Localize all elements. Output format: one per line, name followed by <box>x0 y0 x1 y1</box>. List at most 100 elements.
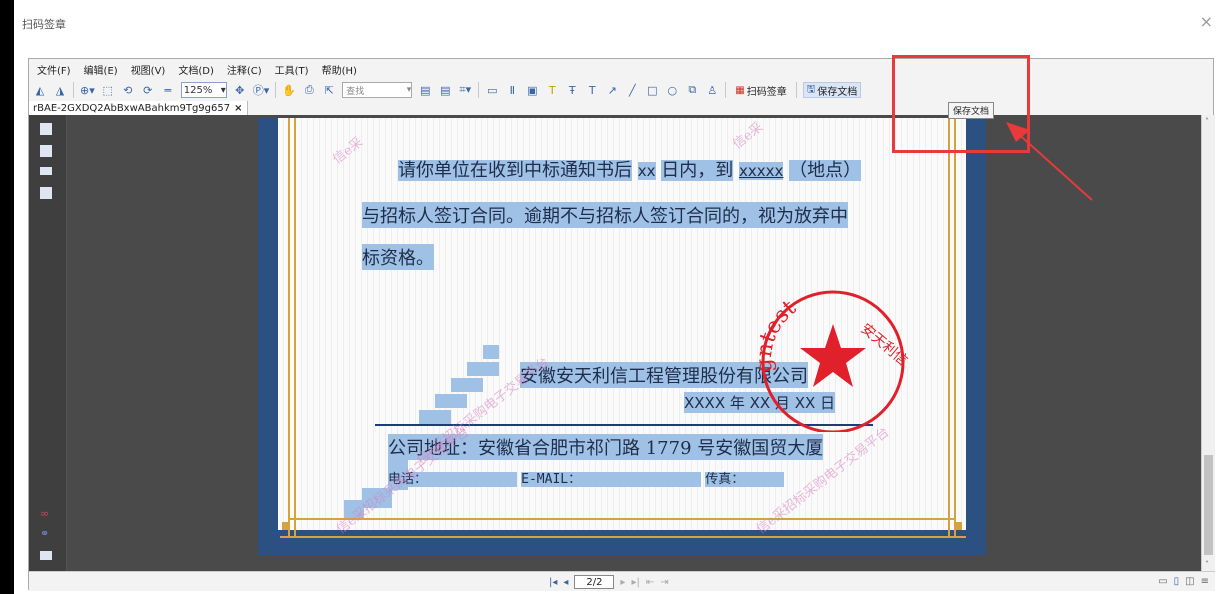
gold-border <box>288 518 956 520</box>
page-tool-icon[interactable]: Ⓟ▾ <box>253 82 270 98</box>
last-page-icon[interactable]: ▸| <box>631 577 639 588</box>
selection-block <box>419 410 451 424</box>
facing-icon[interactable]: ≡ <box>1201 576 1209 587</box>
tab-label: rBAE-2GXDQ2AbBxwABahkm9Tg9g657 <box>33 102 231 114</box>
save-document-button[interactable]: 🖫 保存文档 <box>802 82 862 98</box>
arrow-tool-icon[interactable]: ↗ <box>605 82 619 98</box>
comment-icon[interactable]: ▭ <box>485 82 499 98</box>
contact-line: 电话： E-MAIL： 传真： <box>388 468 785 487</box>
page-number-field[interactable]: 2/2 <box>574 575 615 589</box>
annotation-arrow-icon <box>1006 122 1093 201</box>
scroll-thumb[interactable] <box>1204 455 1213 555</box>
menu-bar: 文件(F) 编辑(E) 视图(V) 文档(D) 注释(C) 工具(T) 帮助(H… <box>29 59 1213 79</box>
separator <box>795 82 797 98</box>
gold-border <box>294 118 296 538</box>
find-prev-icon[interactable]: ▤ <box>418 82 432 98</box>
text-highlight-icon[interactable]: T <box>545 82 559 98</box>
ellipse-tool-icon[interactable]: ○ <box>665 82 679 98</box>
layers-icon[interactable] <box>40 167 52 175</box>
search-input[interactable]: 查找 ▾ <box>342 82 413 98</box>
strikeout-icon[interactable]: Ŧ <box>565 82 579 98</box>
seal-text: gntest <box>752 295 801 373</box>
line-tool-icon[interactable]: ╱ <box>625 82 639 98</box>
vertical-scrollbar[interactable]: ˄ ˅ <box>1201 115 1215 571</box>
text-box-icon[interactable]: Ⅱ <box>505 82 519 98</box>
window-title: 扫码签章 <box>22 18 66 31</box>
callout-icon[interactable]: ▣ <box>525 82 539 98</box>
attachments-icon[interactable] <box>40 187 52 199</box>
corner-ornament <box>954 522 962 530</box>
prev-page-icon[interactable]: ◂ <box>563 577 568 588</box>
find-next-icon[interactable]: ▤ <box>438 82 452 98</box>
selection-block <box>483 345 499 359</box>
next-page-icon[interactable]: ▸ <box>620 577 625 588</box>
separator <box>73 82 74 98</box>
save-icon: 🖫 <box>806 83 816 95</box>
rectangle-tool-icon[interactable]: □ <box>645 82 659 98</box>
status-bar: |◂ ◂ 2/2 ▸ ▸| ⇤ ⇥ ▭ ▯ ◫ ≡ <box>29 571 1215 591</box>
selection-block <box>435 394 467 408</box>
doc-line-1: 请你单位在收到中标通知书后 xx 日内，到 xxxxx （地点） <box>398 160 862 181</box>
menu-tools[interactable]: 工具(T) <box>275 62 309 77</box>
tab-strip: rBAE-2GXDQ2AbBxwABahkm9Tg9g657 × <box>29 101 1213 115</box>
underline-icon[interactable]: T <box>585 82 599 98</box>
fit-width-icon[interactable]: ═ <box>161 82 175 98</box>
menu-edit[interactable]: 编辑(E) <box>84 62 118 77</box>
snapshot-icon[interactable]: ⎙ <box>302 82 316 98</box>
hand-tool-icon[interactable]: ✋ <box>282 82 296 98</box>
link-icon[interactable]: ∞ <box>40 507 52 520</box>
prev-view-icon[interactable]: ◭ <box>33 82 47 98</box>
next-view-icon[interactable]: ◮ <box>53 82 67 98</box>
select-tool-icon[interactable]: ⇱ <box>322 82 336 98</box>
signature-tool-icon[interactable]: ♙ <box>705 82 719 98</box>
seal-text-cn: 安天利信 <box>857 321 910 369</box>
title-bar: 扫码签章 × <box>14 0 1227 40</box>
zoom-select[interactable]: 125% ▾ <box>180 82 227 98</box>
separator <box>478 82 480 98</box>
menu-annotate[interactable]: 注释(C) <box>227 62 262 77</box>
close-icon[interactable]: × <box>1200 12 1213 31</box>
fax-label: 传真： <box>705 472 785 487</box>
official-seal: gntest 安天利信 <box>752 290 911 432</box>
gold-border <box>954 118 956 538</box>
separator <box>275 82 277 98</box>
highlight-tool-icon[interactable]: ⌗▾ <box>458 82 472 98</box>
separator <box>725 82 727 98</box>
scroll-up-icon[interactable]: ˄ <box>1205 117 1209 126</box>
email-label: E-MAIL： <box>521 472 702 487</box>
gold-border <box>948 118 950 538</box>
first-page-icon[interactable]: |◂ <box>549 577 557 588</box>
zoom-in-icon[interactable]: ⊕▾ <box>80 82 95 98</box>
svg-text:gntest: gntest <box>752 295 801 373</box>
menu-view[interactable]: 视图(V) <box>131 62 166 77</box>
tab-close-icon[interactable]: × <box>234 103 242 114</box>
corner-ornament <box>282 522 290 530</box>
stamp-tool-icon[interactable]: ⧉ <box>685 82 699 98</box>
menu-help[interactable]: 帮助(H) <box>322 62 357 77</box>
selection-block <box>467 362 499 376</box>
next-view-nav-icon[interactable]: ⇥ <box>660 577 668 588</box>
rotate-right-icon[interactable]: ⟳ <box>141 82 155 98</box>
side-panel-bar: ∞ ⚭ <box>29 115 67 571</box>
doc-line-2: 与招标人签订合同。逾期不与招标人签订合同的，视为放弃中 <box>362 202 848 228</box>
view-modes: ▭ ▯ ◫ ≡ <box>1158 576 1209 587</box>
scroll-down-icon[interactable]: ˅ <box>1205 560 1209 569</box>
menu-file[interactable]: 文件(F) <box>37 62 71 77</box>
two-page-icon[interactable]: ◫ <box>1185 576 1194 587</box>
prev-view-nav-icon[interactable]: ⇤ <box>646 577 654 588</box>
fit-page-icon[interactable]: ⬚ <box>101 82 115 98</box>
pages-icon[interactable] <box>40 145 52 157</box>
chain-icon[interactable]: ⚭ <box>40 527 52 540</box>
move-icon[interactable]: ✥ <box>233 82 247 98</box>
scan-sign-button[interactable]: ▦ 扫码签章 <box>732 82 789 98</box>
tab-document[interactable]: rBAE-2GXDQ2AbBxwABahkm9Tg9g657 × <box>29 101 248 115</box>
menu-document[interactable]: 文档(D) <box>178 62 214 77</box>
gold-border <box>280 536 966 538</box>
bookmarks-icon[interactable] <box>40 123 52 135</box>
selection-block <box>451 378 483 392</box>
rotate-left-icon[interactable]: ⟲ <box>121 82 135 98</box>
comments-icon[interactable] <box>40 551 52 560</box>
continuous-icon[interactable]: ▯ <box>1174 576 1180 587</box>
qr-code-icon: ▦ <box>735 84 745 96</box>
single-page-icon[interactable]: ▭ <box>1158 576 1167 587</box>
